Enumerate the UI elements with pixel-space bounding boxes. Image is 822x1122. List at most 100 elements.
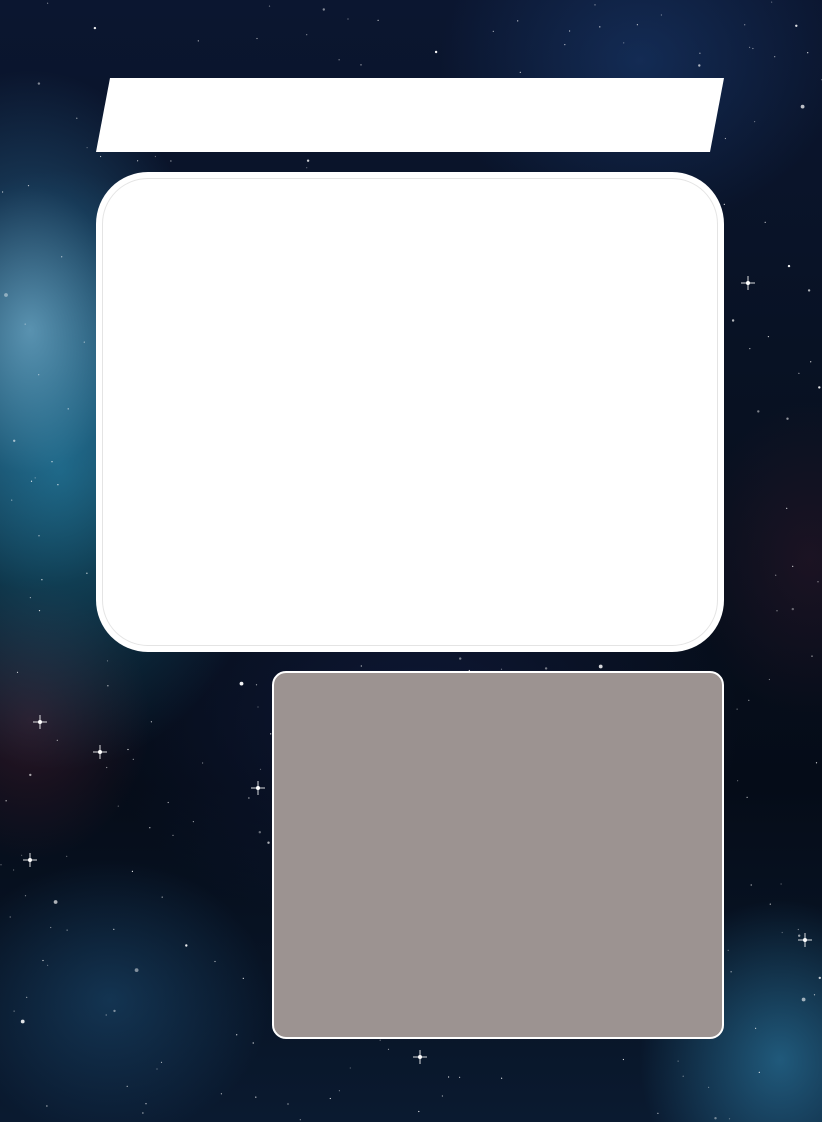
star <box>16 671 19 674</box>
star <box>329 1097 331 1100</box>
star <box>810 361 812 363</box>
star <box>306 34 308 36</box>
star <box>768 678 771 681</box>
star <box>51 461 53 463</box>
star <box>459 657 462 660</box>
star <box>781 931 783 934</box>
star <box>774 56 776 58</box>
star <box>202 762 204 764</box>
star <box>61 256 63 258</box>
star <box>749 46 751 49</box>
star <box>13 1010 15 1012</box>
star <box>255 684 258 686</box>
star <box>150 721 152 723</box>
star <box>360 64 362 66</box>
star <box>76 117 78 119</box>
star <box>594 4 596 6</box>
star <box>257 706 259 708</box>
star <box>37 82 41 85</box>
star <box>724 137 727 140</box>
star <box>786 507 788 509</box>
star <box>757 410 760 413</box>
star <box>800 104 805 109</box>
sparkle-star-core <box>28 858 32 862</box>
sparkle-star-core <box>256 786 260 790</box>
star <box>519 71 521 73</box>
star <box>787 264 791 268</box>
star <box>660 14 663 16</box>
star <box>379 1039 381 1041</box>
star <box>38 535 40 537</box>
star <box>598 664 603 669</box>
star <box>299 1119 301 1121</box>
star <box>100 155 102 158</box>
star <box>517 20 519 22</box>
star <box>137 160 139 162</box>
star <box>349 1067 351 1069</box>
star <box>258 831 261 834</box>
star <box>56 739 58 741</box>
star <box>13 439 16 442</box>
star <box>448 1076 450 1078</box>
star <box>27 185 30 187</box>
star <box>149 827 151 829</box>
star <box>322 8 325 11</box>
star <box>117 805 119 807</box>
star <box>29 773 32 777</box>
star <box>252 1042 254 1044</box>
star <box>728 1118 731 1120</box>
star <box>818 386 821 389</box>
star <box>500 668 503 670</box>
star <box>736 708 738 710</box>
star <box>197 40 199 42</box>
star <box>161 896 163 898</box>
star <box>4 293 8 297</box>
star <box>154 155 156 158</box>
star <box>776 610 778 612</box>
star <box>47 2 49 4</box>
text-box <box>272 671 724 1039</box>
star <box>256 37 258 40</box>
star <box>813 994 816 996</box>
star <box>569 30 571 32</box>
star <box>387 1048 390 1050</box>
star <box>622 1058 625 1061</box>
star <box>268 5 271 7</box>
star <box>259 768 262 770</box>
star <box>792 565 794 567</box>
star <box>306 159 310 162</box>
star <box>132 758 134 760</box>
star <box>811 655 813 657</box>
star <box>142 1112 144 1114</box>
star <box>24 323 26 325</box>
star <box>107 685 109 687</box>
star <box>599 26 601 28</box>
star <box>24 895 27 897</box>
star <box>50 926 52 929</box>
star <box>267 841 270 844</box>
star <box>758 1071 760 1073</box>
star <box>750 884 752 886</box>
star <box>775 574 777 576</box>
star <box>86 147 88 149</box>
star <box>377 19 379 21</box>
star <box>192 821 194 823</box>
star <box>30 480 33 482</box>
star <box>160 1061 163 1063</box>
star <box>347 18 349 20</box>
star <box>767 336 770 338</box>
star <box>220 1093 222 1095</box>
star <box>239 681 244 686</box>
star <box>798 372 800 374</box>
star <box>418 1110 420 1113</box>
star <box>9 916 11 918</box>
star <box>287 1103 289 1105</box>
star <box>131 870 133 873</box>
star <box>797 928 799 931</box>
star <box>0 864 2 866</box>
star <box>57 484 59 486</box>
star <box>93 26 97 30</box>
star <box>698 64 701 67</box>
star <box>780 883 782 885</box>
star <box>47 964 49 967</box>
